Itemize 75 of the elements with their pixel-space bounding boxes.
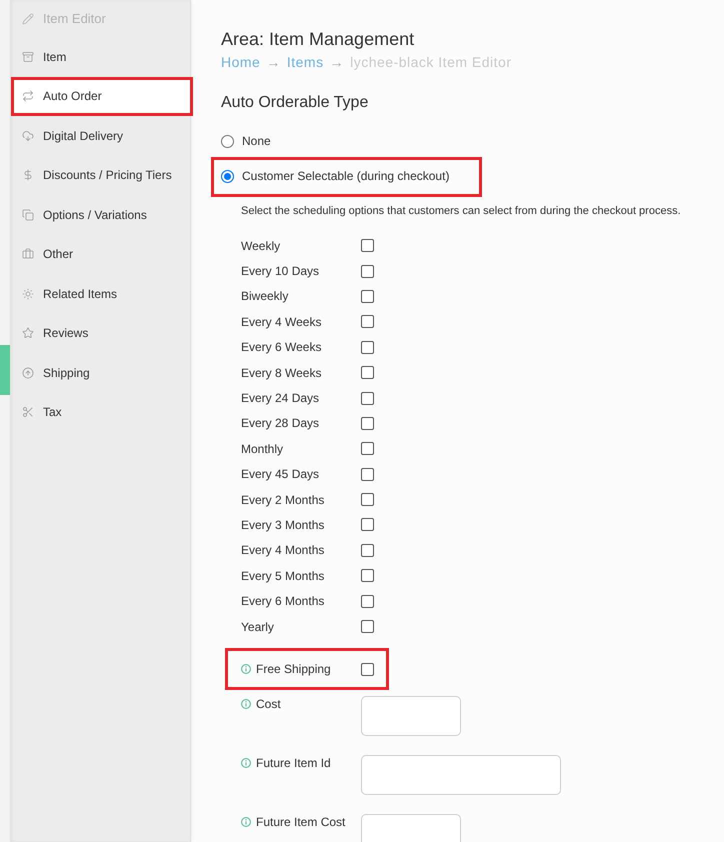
field-label: Future Item Cost: [256, 814, 346, 830]
sidebar-item[interactable]: Shipping: [10, 353, 190, 392]
sidebar-item[interactable]: Item: [10, 37, 190, 76]
repeat-icon: [22, 90, 34, 102]
input-field[interactable]: [361, 814, 461, 842]
info-icon: [241, 699, 251, 710]
checkbox[interactable]: [361, 290, 374, 303]
description-text: Select the scheduling options that customers can select from during the checkout process.: [241, 204, 681, 218]
option-label: Every 6 Weeks: [241, 339, 322, 356]
page-title: Area: Item Management: [221, 28, 414, 50]
pencil-icon: [22, 12, 34, 24]
option-label: Every 24 Days: [241, 390, 320, 406]
checkbox[interactable]: [361, 392, 374, 405]
sidebar-item[interactable]: Tax: [10, 392, 190, 432]
sidebar-item[interactable]: Reviews: [10, 314, 190, 353]
radio-option[interactable]: Customer Selectable (during checkout): [211, 156, 482, 196]
input-field[interactable]: [361, 696, 461, 736]
checkbox[interactable]: [361, 569, 374, 582]
option-label: Every 2 Months: [241, 492, 326, 508]
sidebar-item[interactable]: Auto Order: [11, 76, 193, 116]
sidebar-item[interactable]: Related Items: [10, 274, 190, 314]
info-icon: [241, 817, 251, 828]
sidebar-title: Item Editor: [43, 11, 106, 26]
option-label: Every 10 Days: [241, 263, 320, 280]
checkbox[interactable]: [361, 239, 374, 252]
checkbox[interactable]: [361, 493, 374, 506]
sidebar-item[interactable]: Options / Variations: [10, 195, 190, 234]
info-icon: [241, 664, 251, 674]
option-label: Every 4 Weeks: [241, 314, 322, 330]
breadcrumb-separator-text: →: [330, 53, 344, 72]
sidebar-item[interactable]: Digital Delivery: [10, 116, 190, 156]
breadcrumb-separator-text: →: [266, 53, 281, 72]
checkbox[interactable]: [361, 416, 374, 430]
dollar-icon: [22, 169, 34, 182]
arrow-up-circle-icon: [22, 366, 34, 379]
checkbox[interactable]: [361, 544, 374, 557]
option-label: Monthly: [241, 440, 284, 457]
checkbox[interactable]: [361, 442, 374, 456]
input-field[interactable]: [361, 755, 561, 796]
option-label: Every 3 Months: [241, 516, 326, 533]
scissors-icon: [22, 406, 34, 418]
checkbox[interactable]: [361, 315, 374, 328]
checkbox[interactable]: [361, 594, 374, 608]
sun-icon: [22, 288, 34, 300]
option-label: Yearly: [241, 618, 275, 635]
box-icon: [22, 50, 34, 63]
option-label: Every 8 Weeks: [241, 364, 322, 381]
copy-icon: [22, 208, 34, 221]
star-icon: [22, 327, 34, 340]
checkbox[interactable]: [361, 340, 374, 354]
option-label: Every 6 Months: [241, 593, 326, 610]
option-label: Every 5 Months: [241, 568, 326, 584]
radio-option[interactable]: None: [211, 124, 304, 159]
checkbox[interactable]: [361, 264, 374, 278]
field-label: Free Shipping: [256, 661, 331, 678]
checkbox[interactable]: [361, 518, 374, 532]
option-label: Biweekly: [241, 288, 290, 304]
cloud-download-icon: [22, 130, 34, 142]
sidebar-item[interactable]: Other: [10, 234, 190, 274]
checkbox[interactable]: [361, 662, 374, 676]
checkbox[interactable]: [361, 468, 374, 481]
option-label: Weekly: [241, 238, 282, 254]
field-label: Cost: [256, 696, 281, 712]
sidebar-item[interactable]: Discounts / Pricing Tiers: [10, 156, 190, 195]
field-label: Future Item Id: [256, 755, 331, 772]
info-icon: [241, 758, 251, 768]
briefcase-icon: [22, 248, 34, 260]
radio-button[interactable]: [221, 170, 234, 183]
option-label: Every 45 Days: [241, 466, 320, 482]
option-label: Every 28 Days: [241, 415, 320, 432]
checkbox[interactable]: [361, 366, 374, 380]
section-heading: Auto Orderable Type: [221, 93, 368, 113]
checkbox[interactable]: [361, 620, 374, 634]
radio-button[interactable]: [221, 135, 234, 148]
option-label: Every 4 Months: [241, 542, 326, 558]
